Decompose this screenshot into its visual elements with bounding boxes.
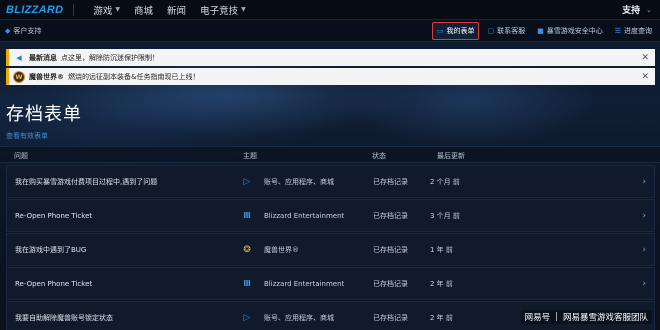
ticket-issue: Re-Open Phone Ticket	[15, 211, 93, 220]
chevron-down-icon: ▼	[241, 6, 246, 13]
chat-icon: ▢	[487, 26, 495, 35]
ticket-status: 已存档记录	[373, 177, 408, 186]
my-tickets-button[interactable]: ▭ 我的表单	[431, 21, 480, 40]
security-center-button[interactable]: ■ 暴雪游戏安全中心	[533, 23, 607, 39]
nav-esports[interactable]: 电子竞技 ▼	[193, 3, 253, 17]
chevron-right-icon: ›	[642, 210, 646, 221]
nav-shop[interactable]: 商城	[127, 3, 160, 17]
wow-icon: ❂	[243, 244, 251, 255]
ticket-updated: 2 个月 前	[430, 177, 460, 186]
alert-news[interactable]: ◀ 最新消息 点这里，解除防沉迷保护限制！ ✕	[6, 49, 655, 66]
megaphone-icon: ◀	[16, 53, 22, 62]
chevron-right-icon: ›	[642, 244, 646, 255]
top-nav: BLIZZARD 游戏 ▼ 商城 新闻 电子竞技 ▼ 支持 ⌄	[0, 0, 660, 20]
blizzard-logo[interactable]: BLIZZARD	[0, 0, 86, 20]
battlenet-icon: ▷	[243, 312, 251, 323]
table-header: 问题 主题 状态 最后更新	[0, 146, 660, 163]
header-issue: 问题	[14, 152, 28, 160]
nav-games[interactable]: 游戏 ▼	[86, 3, 127, 17]
customer-support-link[interactable]: ◆ 客户支持	[0, 26, 41, 36]
lock-icon: ■	[537, 26, 544, 35]
progress-query-button[interactable]: ☰ 进度查询	[611, 23, 656, 39]
ticket-status: 已存档记录	[373, 211, 408, 220]
nav-news[interactable]: 新闻	[160, 3, 193, 17]
blizzard-icon: Ⅲ	[243, 211, 251, 220]
chevron-down-icon: ▼	[115, 6, 121, 13]
header-status: 状态	[372, 152, 386, 160]
ticket-updated: 3 个月 前	[430, 211, 460, 220]
ticket-topic: 魔兽世界®	[264, 245, 299, 254]
chevron-right-icon: ›	[642, 176, 646, 187]
ticket-icon: ▭	[436, 26, 444, 35]
ticket-topic: 账号、应用程序、商城	[264, 313, 334, 322]
blizzard-icon: Ⅲ	[243, 279, 251, 288]
ticket-updated: 2 年 前	[430, 279, 453, 288]
ticket-topic: Blizzard Entertainment	[264, 211, 345, 220]
alert-wow[interactable]: W 魔兽世界® 燃烧的远征副本装备&任务指南现已上线！ ✕	[6, 68, 655, 85]
table-row[interactable]: 我在购买暴雪游戏付费项目过程中,遇到了问题 ▷ 账号、应用程序、商城 已存档记录…	[6, 165, 655, 198]
list-icon: ☰	[614, 26, 621, 35]
ticket-issue: Re-Open Phone Ticket	[15, 279, 93, 288]
ticket-topic: 账号、应用程序、商城	[264, 177, 334, 186]
header-topic: 主题	[243, 152, 257, 160]
header-updated: 最后更新	[437, 152, 465, 160]
page-title: 存档表单	[6, 104, 82, 125]
ticket-issue: 我要自助解除魔兽账号锁定状态	[15, 313, 113, 322]
ticket-issue: 我在购买暴雪游戏付费项目过程中,遇到了问题	[15, 177, 158, 186]
view-active-tickets-link[interactable]: 查看有效表单	[6, 131, 48, 141]
ticket-status: 已存档记录	[373, 245, 408, 254]
ticket-issue: 我在游戏中遇到了BUG	[15, 245, 87, 254]
ticket-updated: 2 年 前	[430, 313, 453, 322]
close-icon[interactable]: ✕	[641, 72, 649, 82]
ticket-topic: Blizzard Entertainment	[264, 279, 345, 288]
table-row[interactable]: Re-Open Phone Ticket Ⅲ Blizzard Entertai…	[6, 199, 655, 232]
battlenet-icon: ▷	[243, 176, 251, 187]
ticket-status: 已存档记录	[373, 279, 408, 288]
support-icon: ◆	[5, 26, 11, 35]
tickets-table: 我在购买暴雪游戏付费项目过程中,遇到了问题 ▷ 账号、应用程序、商城 已存档记录…	[6, 165, 655, 330]
watermark: 网易号 | 网易暴雪游戏客服团队	[520, 310, 652, 324]
chevron-right-icon: ›	[642, 278, 646, 289]
wow-icon: W	[13, 70, 25, 83]
close-icon[interactable]: ✕	[641, 53, 649, 63]
table-row[interactable]: Re-Open Phone Ticket Ⅲ Blizzard Entertai…	[6, 267, 655, 300]
ticket-status: 已存档记录	[373, 313, 408, 322]
chevron-down-icon: ⌄	[646, 5, 652, 14]
nav-support[interactable]: 支持 ⌄	[622, 3, 660, 17]
contact-support-button[interactable]: ▢ 联系客服	[483, 23, 529, 39]
ticket-updated: 1 年 前	[430, 245, 453, 254]
support-subbar: ◆ 客户支持 ▭ 我的表单 ▢ 联系客服 ■ 暴雪游戏安全中心 ☰ 进度查询	[0, 20, 660, 42]
table-row[interactable]: 我在游戏中遇到了BUG ❂ 魔兽世界® 已存档记录 1 年 前 ›	[6, 233, 655, 266]
